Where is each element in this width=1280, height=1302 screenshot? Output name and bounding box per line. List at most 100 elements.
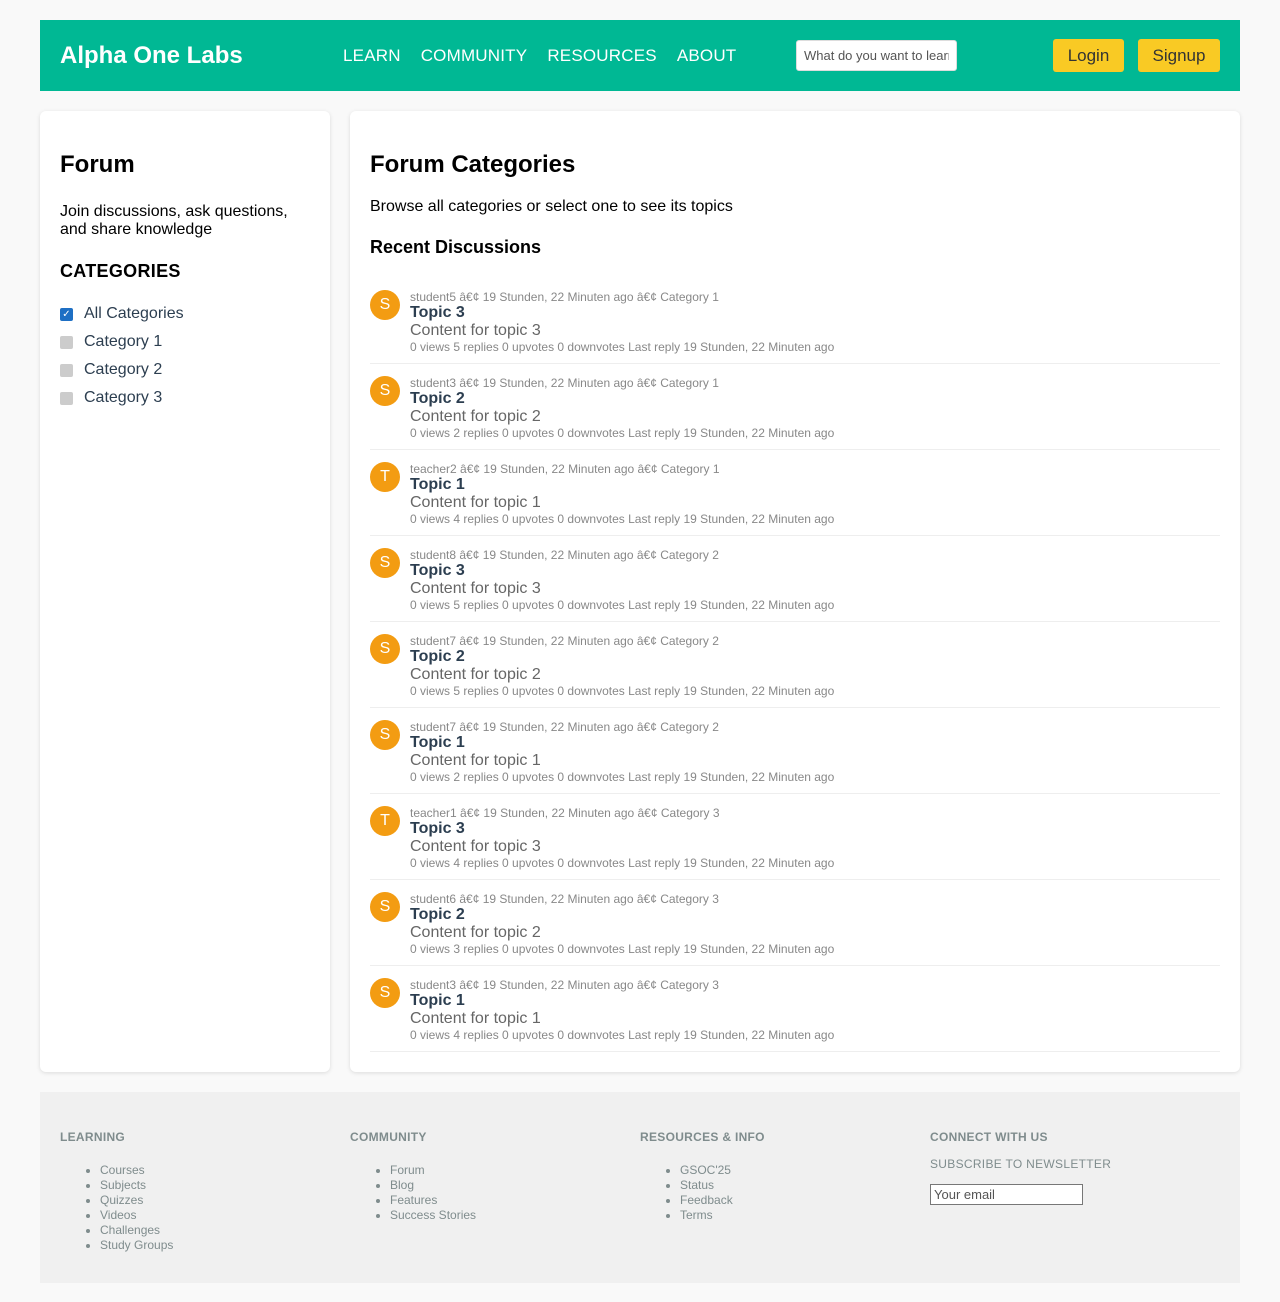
topic-title[interactable]: Topic 1 — [410, 992, 1220, 1010]
nav-resources[interactable]: RESOURCES — [547, 46, 657, 66]
topic-content: Content for topic 2 — [410, 408, 541, 425]
category-filter-all[interactable]: ✓ All Categories — [60, 300, 310, 328]
discussion-item[interactable]: S student7 â€¢ 19 Stunden, 22 Minuten ag… — [370, 708, 1220, 794]
category-label: Category 1 — [84, 333, 163, 350]
footer-link[interactable]: Study Groups — [100, 1238, 330, 1253]
signup-button[interactable]: Signup — [1138, 39, 1220, 72]
nav-learn[interactable]: LEARN — [343, 46, 401, 66]
category-label: Category 3 — [84, 389, 163, 406]
avatar: S — [370, 978, 400, 1008]
footer-link[interactable]: Courses — [100, 1163, 330, 1178]
discussion-stats: 0 views 5 replies 0 upvotes 0 downvotes … — [410, 598, 835, 612]
footer-resources: RESOURCES & INFO GSOC'25 Status Feedback… — [640, 1130, 910, 1223]
topic-title[interactable]: Topic 1 — [410, 476, 1220, 494]
avatar: S — [370, 720, 400, 750]
topic-content: Content for topic 2 — [410, 666, 541, 683]
search-input[interactable] — [796, 40, 957, 71]
topic-title[interactable]: Topic 1 — [410, 734, 1220, 752]
discussion-stats: 0 views 5 replies 0 upvotes 0 downvotes … — [410, 340, 835, 354]
nav-about[interactable]: ABOUT — [677, 46, 737, 66]
footer-heading: RESOURCES & INFO — [640, 1130, 765, 1144]
category-label: Category 2 — [84, 361, 163, 378]
discussion-item[interactable]: S student7 â€¢ 19 Stunden, 22 Minuten ag… — [370, 622, 1220, 708]
discussion-meta: student3 â€¢ 19 Stunden, 22 Minuten ago … — [410, 978, 719, 992]
discussion-item[interactable]: S student5 â€¢ 19 Stunden, 22 Minuten ag… — [370, 278, 1220, 364]
discussion-stats: 0 views 4 replies 0 upvotes 0 downvotes … — [410, 856, 835, 870]
category-filter-2[interactable]: Category 2 — [60, 356, 310, 384]
checkbox[interactable] — [60, 335, 73, 349]
checkbox-checked[interactable]: ✓ — [60, 307, 73, 321]
sidebar-title: Forum — [60, 151, 135, 178]
discussion-meta: teacher1 â€¢ 19 Stunden, 22 Minuten ago … — [410, 806, 720, 820]
categories-heading: CATEGORIES — [60, 261, 181, 281]
topic-content: Content for topic 3 — [410, 580, 541, 597]
footer-heading: COMMUNITY — [350, 1130, 427, 1144]
footer-link[interactable]: Challenges — [100, 1223, 330, 1238]
footer-link[interactable]: Subjects — [100, 1178, 330, 1193]
footer-community: COMMUNITY Forum Blog Features Success St… — [350, 1130, 620, 1223]
discussion-stats: 0 views 2 replies 0 upvotes 0 downvotes … — [410, 770, 835, 784]
avatar: S — [370, 634, 400, 664]
avatar: S — [370, 290, 400, 320]
discussion-stats: 0 views 4 replies 0 upvotes 0 downvotes … — [410, 1028, 835, 1042]
avatar: T — [370, 806, 400, 836]
footer-heading: LEARNING — [60, 1130, 126, 1144]
topic-content: Content for topic 3 — [410, 838, 541, 855]
discussion-stats: 0 views 2 replies 0 upvotes 0 downvotes … — [410, 426, 835, 440]
avatar: S — [370, 376, 400, 406]
topic-title[interactable]: Topic 3 — [410, 820, 1220, 838]
discussion-meta: student5 â€¢ 19 Stunden, 22 Minuten ago … — [410, 290, 719, 304]
topic-title[interactable]: Topic 3 — [410, 304, 1220, 322]
discussion-meta: student6 â€¢ 19 Stunden, 22 Minuten ago … — [410, 892, 719, 906]
forum-sidebar: Forum Join discussions, ask questions, a… — [40, 111, 330, 1072]
checkbox[interactable] — [60, 363, 73, 377]
topic-content: Content for topic 1 — [410, 494, 541, 511]
page-title: Forum Categories — [370, 151, 576, 178]
checkbox[interactable] — [60, 391, 73, 405]
topic-content: Content for topic 1 — [410, 1010, 541, 1027]
category-filter-3[interactable]: Category 3 — [60, 384, 310, 412]
main-nav: LEARN COMMUNITY RESOURCES ABOUT — [343, 46, 736, 66]
footer-link[interactable]: Status — [680, 1178, 910, 1193]
discussion-item[interactable]: S student3 â€¢ 19 Stunden, 22 Minuten ag… — [370, 966, 1220, 1052]
topic-title[interactable]: Topic 2 — [410, 648, 1220, 666]
topic-content: Content for topic 3 — [410, 322, 541, 339]
discussion-stats: 0 views 5 replies 0 upvotes 0 downvotes … — [410, 684, 835, 698]
category-filter-1[interactable]: Category 1 — [60, 328, 310, 356]
footer-learning: LEARNING Courses Subjects Quizzes Videos… — [60, 1130, 330, 1253]
footer-connect: CONNECT WITH US SUBSCRIBE TO NEWSLETTER — [930, 1130, 1200, 1205]
footer-link[interactable]: Forum — [390, 1163, 620, 1178]
avatar: T — [370, 462, 400, 492]
discussion-meta: student8 â€¢ 19 Stunden, 22 Minuten ago … — [410, 548, 719, 562]
footer-link[interactable]: Terms — [680, 1208, 910, 1223]
footer-link[interactable]: Videos — [100, 1208, 330, 1223]
footer-link[interactable]: GSOC'25 — [680, 1163, 910, 1178]
discussion-stats: 0 views 4 replies 0 upvotes 0 downvotes … — [410, 512, 835, 526]
recent-discussions-heading: Recent Discussions — [370, 237, 542, 257]
discussion-stats: 0 views 3 replies 0 upvotes 0 downvotes … — [410, 942, 835, 956]
nav-community[interactable]: COMMUNITY — [421, 46, 528, 66]
sidebar-description: Join discussions, ask questions, and sha… — [60, 203, 288, 238]
topic-content: Content for topic 2 — [410, 924, 541, 941]
newsletter-email-input[interactable] — [930, 1184, 1083, 1205]
footer-link[interactable]: Success Stories — [390, 1208, 620, 1223]
topic-title[interactable]: Topic 2 — [410, 390, 1220, 408]
discussion-item[interactable]: S student6 â€¢ 19 Stunden, 22 Minuten ag… — [370, 880, 1220, 966]
footer-link[interactable]: Quizzes — [100, 1193, 330, 1208]
topic-title[interactable]: Topic 2 — [410, 906, 1220, 924]
discussion-item[interactable]: T teacher1 â€¢ 19 Stunden, 22 Minuten ag… — [370, 794, 1220, 880]
discussion-item[interactable]: S student8 â€¢ 19 Stunden, 22 Minuten ag… — [370, 536, 1220, 622]
site-logo[interactable]: Alpha One Labs — [60, 42, 243, 70]
page-subtitle: Browse all categories or select one to s… — [370, 198, 733, 215]
discussion-item[interactable]: T teacher2 â€¢ 19 Stunden, 22 Minuten ag… — [370, 450, 1220, 536]
forum-main: Forum Categories Browse all categories o… — [350, 111, 1240, 1072]
discussion-meta: teacher2 â€¢ 19 Stunden, 22 Minuten ago … — [410, 462, 720, 476]
login-button[interactable]: Login — [1053, 39, 1124, 72]
discussion-meta: student7 â€¢ 19 Stunden, 22 Minuten ago … — [410, 720, 719, 734]
footer-link[interactable]: Feedback — [680, 1193, 910, 1208]
discussion-meta: student7 â€¢ 19 Stunden, 22 Minuten ago … — [410, 634, 719, 648]
footer-link[interactable]: Blog — [390, 1178, 620, 1193]
footer-link[interactable]: Features — [390, 1193, 620, 1208]
topic-title[interactable]: Topic 3 — [410, 562, 1220, 580]
discussion-item[interactable]: S student3 â€¢ 19 Stunden, 22 Minuten ag… — [370, 364, 1220, 450]
